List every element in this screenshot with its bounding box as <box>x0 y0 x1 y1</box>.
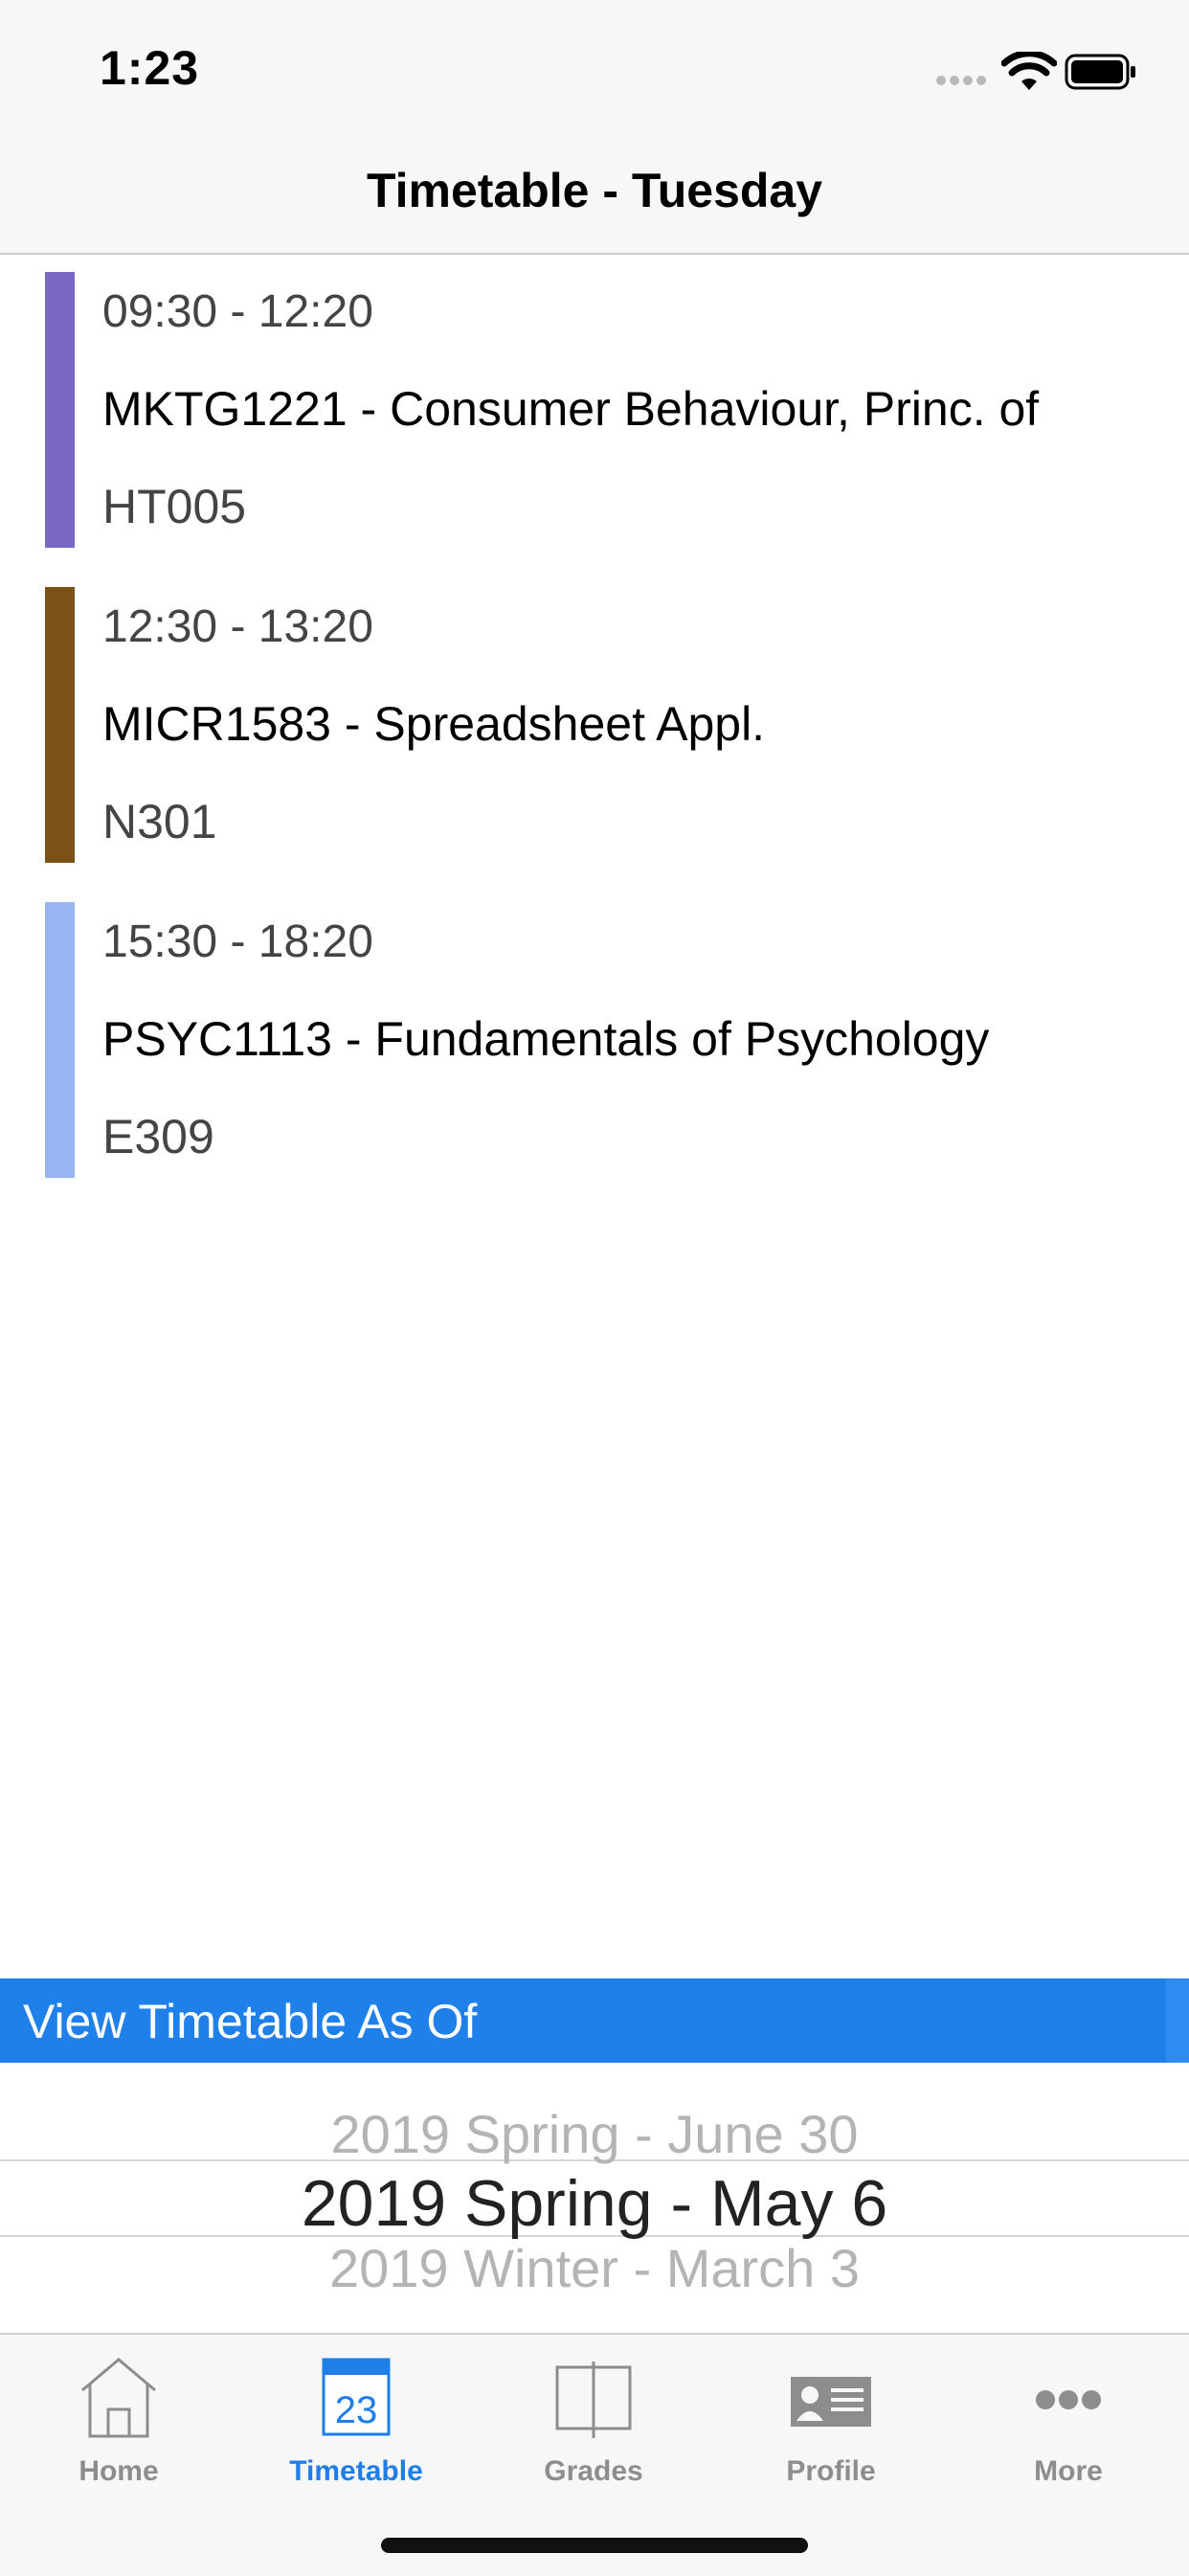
class-color-bar <box>45 272 75 548</box>
class-color-bar <box>45 587 75 863</box>
tab-label: Home <box>79 2455 159 2487</box>
calendar-icon: 23 <box>322 2358 391 2436</box>
class-color-bar <box>45 902 75 1178</box>
tab-profile[interactable]: Profile <box>712 2335 950 2507</box>
battery-icon <box>1065 54 1135 90</box>
navigation-bar: Timetable - Tuesday <box>0 144 1189 255</box>
tab-label: More <box>1034 2455 1103 2487</box>
picker-option[interactable]: 2019 Winter - March 3 <box>0 2237 1189 2299</box>
more-icon <box>1036 2390 1101 2409</box>
tab-grades[interactable]: Grades <box>475 2335 712 2507</box>
tab-timetable[interactable]: 23 Timetable <box>237 2335 475 2507</box>
home-icon <box>81 2358 156 2438</box>
class-room: E309 <box>102 1110 214 1164</box>
profile-card-icon <box>791 2377 871 2427</box>
picker-header-edge <box>1166 1978 1189 2063</box>
svg-text:23: 23 <box>335 2389 378 2431</box>
class-time: 09:30 - 12:20 <box>102 286 373 337</box>
tab-label: Grades <box>544 2455 643 2487</box>
tab-label: Timetable <box>289 2455 423 2487</box>
page-title: Timetable - Tuesday <box>366 164 823 217</box>
class-name: MKTG1221 - Consumer Behaviour, Princ. of <box>102 382 1040 436</box>
tab-home[interactable]: Home <box>0 2335 237 2507</box>
status-time: 1:23 <box>100 41 200 95</box>
class-room: N301 <box>102 795 217 848</box>
wifi-icon <box>1001 52 1057 90</box>
class-item[interactable]: 09:30 - 12:20 MKTG1221 - Consumer Behavi… <box>0 255 1189 548</box>
picker-option-selected[interactable]: 2019 Spring - May 6 <box>0 2166 1189 2241</box>
picker-header-label: View Timetable As Of <box>23 1995 478 2048</box>
class-time: 12:30 - 13:20 <box>102 601 373 652</box>
book-icon <box>555 2361 632 2438</box>
home-indicator[interactable] <box>381 2538 808 2553</box>
picker-header: View Timetable As Of <box>0 1978 1189 2063</box>
timetable-date-picker[interactable]: 2019 Spring - June 30 2019 Spring - May … <box>0 2063 1189 2333</box>
tab-more[interactable]: More <box>950 2335 1187 2507</box>
class-name: MICR1583 - Spreadsheet Appl. <box>102 697 766 751</box>
class-item[interactable]: 15:30 - 18:20 PSYC1113 - Fundamentals of… <box>0 885 1189 1178</box>
tab-label: Profile <box>786 2455 876 2487</box>
class-room: HT005 <box>102 480 247 533</box>
picker-option[interactable]: 2019 Spring - June 30 <box>0 2103 1189 2165</box>
class-time: 15:30 - 18:20 <box>102 916 373 967</box>
status-bar: 1:23 <box>0 0 1189 144</box>
class-name: PSYC1113 - Fundamentals of Psychology <box>102 1012 990 1066</box>
signal-icon <box>936 73 990 90</box>
class-item[interactable]: 12:30 - 13:20 MICR1583 - Spreadsheet App… <box>0 570 1189 863</box>
